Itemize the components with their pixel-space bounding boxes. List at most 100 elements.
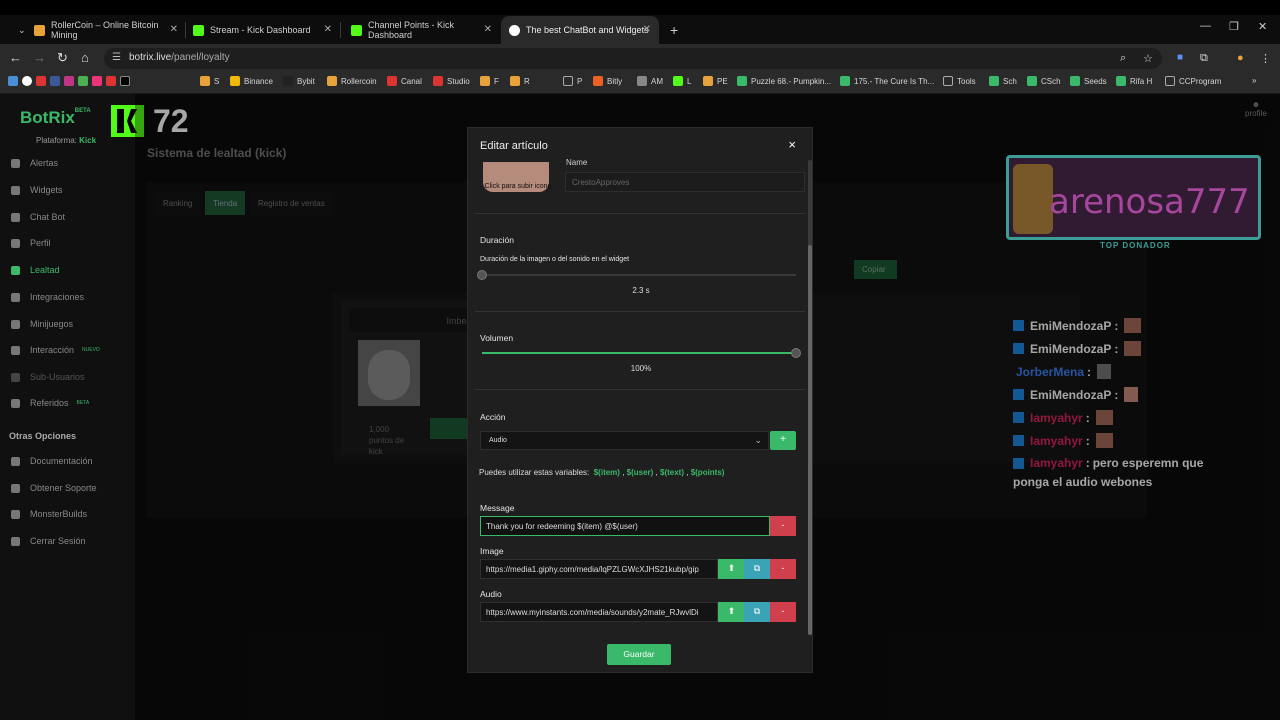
volume-slider[interactable] bbox=[482, 348, 801, 358]
sidebar-item-integraciones[interactable]: Integraciones bbox=[11, 292, 84, 302]
sidebar-item-referidos[interactable]: Referidos BETA bbox=[11, 398, 89, 408]
duration-slider[interactable] bbox=[477, 270, 796, 280]
gamepad-icon bbox=[11, 319, 20, 329]
bookmark-tools[interactable]: Tools bbox=[943, 76, 976, 86]
sidebar-item-documentacion[interactable]: Documentación bbox=[11, 456, 93, 466]
close-window-icon[interactable]: ✕ bbox=[1258, 20, 1267, 33]
home-icon[interactable]: ⌂ bbox=[81, 50, 89, 65]
bookmark-pe[interactable]: PE bbox=[703, 76, 728, 86]
menu-kebab-icon[interactable]: ⋮ bbox=[1260, 52, 1271, 65]
restore-icon[interactable]: ❐ bbox=[1229, 20, 1239, 33]
monitor-icon bbox=[11, 509, 20, 519]
new-tab-button[interactable]: + bbox=[662, 16, 678, 44]
close-tab-icon[interactable]: ✕ bbox=[170, 24, 178, 35]
extensions-puzzle-icon[interactable]: ⧉ bbox=[1200, 52, 1208, 65]
bookmark-puzzle[interactable]: Puzzle 68.- Pumpkin... bbox=[737, 76, 831, 86]
tab-rollercoin[interactable]: RollerCoin – Online Bitcoin Mining ✕ bbox=[26, 16, 186, 44]
duration-value: 2.3 s bbox=[632, 286, 650, 295]
rollercoin-favicon-icon bbox=[34, 24, 45, 36]
bookmark-r[interactable]: R bbox=[510, 76, 530, 86]
tab-botrix[interactable]: The best ChatBot and Widgets ✕ bbox=[501, 16, 659, 44]
bookmark-seeds[interactable]: Seeds bbox=[1070, 76, 1107, 86]
upload-hint: Click para subir icono bbox=[484, 183, 552, 190]
sidebar-item-monsterbuilds[interactable]: MonsterBuilds bbox=[11, 509, 87, 519]
volume-slider-handle[interactable] bbox=[791, 348, 801, 358]
more-bookmarks-icon[interactable]: » bbox=[1252, 76, 1256, 85]
robot-icon bbox=[11, 212, 20, 222]
sidebar-item-alertas[interactable]: Alertas bbox=[11, 158, 58, 168]
help-icon bbox=[11, 483, 20, 493]
bookmark-l[interactable]: L bbox=[673, 76, 691, 86]
action-select[interactable]: Audio ⌄ bbox=[480, 431, 769, 450]
address-bar[interactable]: ☰ botrix.live/panel/loyalty bbox=[104, 48, 1162, 69]
tab-kick-stream[interactable]: Stream - Kick Dashboard ✕ bbox=[185, 16, 340, 44]
image-library-button[interactable]: ⧉ bbox=[744, 559, 770, 579]
audio-url-field[interactable]: https://www.myinstants.com/media/sounds/… bbox=[480, 602, 718, 622]
tab-kick-channel-points[interactable]: Channel Points - Kick Dashboard ✕ bbox=[343, 16, 500, 44]
remove-image-button[interactable]: - bbox=[770, 559, 796, 579]
close-tab-icon[interactable]: ✕ bbox=[484, 24, 492, 35]
message-field[interactable]: Thank you for redeeming $(item) @$(user) bbox=[480, 516, 770, 536]
back-icon[interactable]: ← bbox=[9, 50, 22, 65]
zoom-icon[interactable]: ⌕ bbox=[1120, 52, 1126, 65]
image-url-field[interactable]: https://media1.giphy.com/media/lqPZLGWcX… bbox=[480, 559, 718, 579]
close-tab-icon[interactable]: ✕ bbox=[643, 24, 651, 35]
bookmark-cure[interactable]: 175.- The Cure Is Th... bbox=[840, 76, 934, 86]
remove-audio-button[interactable]: - bbox=[770, 602, 796, 622]
minimize-icon[interactable]: — bbox=[1200, 20, 1211, 32]
save-button[interactable]: Guardar bbox=[607, 644, 671, 665]
variables-help: Puedes utilizar estas variables: $(item)… bbox=[479, 468, 725, 477]
bookmark-bitly[interactable]: Bitly bbox=[593, 76, 622, 86]
upload-audio-button[interactable]: ⬆ bbox=[718, 602, 745, 622]
star-icon[interactable]: ☆ bbox=[1143, 52, 1153, 65]
audio-library-button[interactable]: ⧉ bbox=[744, 602, 770, 622]
bookmark-rollercoin[interactable]: Rollercoin bbox=[327, 76, 377, 86]
id-card-icon bbox=[11, 238, 20, 248]
bookmark-p[interactable]: P bbox=[563, 76, 582, 86]
platform-indicator: Plataforma: Kick bbox=[36, 136, 97, 145]
tab-search-dropdown[interactable]: ⌄ bbox=[10, 20, 26, 40]
sidebar-item-widgets[interactable]: Widgets bbox=[11, 185, 63, 195]
sidebar-item-chatbot[interactable]: Chat Bot bbox=[11, 212, 65, 222]
tab-label: RollerCoin – Online Bitcoin Mining bbox=[51, 20, 159, 40]
users-icon bbox=[11, 372, 20, 382]
close-icon[interactable]: × bbox=[788, 137, 796, 152]
remove-message-button[interactable]: - bbox=[770, 516, 796, 536]
sidebar-item-interaccion[interactable]: Interacción NUEVO bbox=[11, 345, 100, 355]
bookmark-rifa[interactable]: Rifa H bbox=[1116, 76, 1152, 86]
bookmark-s[interactable]: S bbox=[200, 76, 219, 86]
divider bbox=[475, 311, 805, 312]
sidebar-item-soporte[interactable]: Obtener Soporte bbox=[11, 483, 97, 493]
bookmark-sch[interactable]: Sch bbox=[989, 76, 1017, 86]
extension-icon[interactable]: ■ bbox=[1177, 52, 1183, 63]
bookmark-binance[interactable]: Binance bbox=[230, 76, 273, 86]
sidebar-item-perfil[interactable]: Perfil bbox=[11, 238, 51, 248]
sidebar-item-minijuegos[interactable]: Minijuegos bbox=[11, 319, 73, 329]
bookmark-canal[interactable]: Canal bbox=[387, 76, 422, 86]
bookmark-ccprogram[interactable]: CCProgram bbox=[1165, 76, 1221, 86]
bookmark-f[interactable]: F bbox=[480, 76, 499, 86]
bookmark-studio[interactable]: Studio bbox=[433, 76, 470, 86]
bookmark-bybit[interactable]: Bybit bbox=[283, 76, 315, 86]
botrix-logo[interactable]: BotRixBETA bbox=[20, 108, 91, 128]
divider bbox=[475, 213, 805, 214]
people-icon bbox=[11, 398, 20, 408]
name-field[interactable]: CrestoApproves bbox=[565, 172, 805, 192]
image-label: Image bbox=[480, 546, 504, 556]
upload-image-button[interactable]: ⬆ bbox=[718, 559, 745, 579]
add-action-button[interactable]: + bbox=[770, 431, 796, 450]
bookmark-am[interactable]: AM bbox=[637, 76, 663, 86]
close-tab-icon[interactable]: ✕ bbox=[324, 24, 332, 35]
duration-slider-handle[interactable] bbox=[477, 270, 487, 280]
duration-hint: Duración de la imagen o del sonido en el… bbox=[480, 256, 630, 263]
site-info-icon[interactable]: ☰ bbox=[112, 52, 124, 64]
profile-avatar-icon[interactable]: ● bbox=[1237, 52, 1244, 64]
sidebar-item-lealtad[interactable]: Lealtad bbox=[11, 265, 60, 275]
volume-slider-fill bbox=[482, 352, 796, 354]
sidebar-item-subusuarios[interactable]: Sub-Usuarios bbox=[11, 372, 85, 382]
modal-scrollbar-thumb[interactable] bbox=[808, 245, 812, 635]
bookmark-csch[interactable]: CSch bbox=[1027, 76, 1061, 86]
forward-icon[interactable]: → bbox=[33, 50, 46, 65]
reload-icon[interactable]: ↻ bbox=[57, 50, 68, 66]
sidebar-item-cerrar-sesion[interactable]: Cerrar Sesión bbox=[11, 536, 86, 546]
